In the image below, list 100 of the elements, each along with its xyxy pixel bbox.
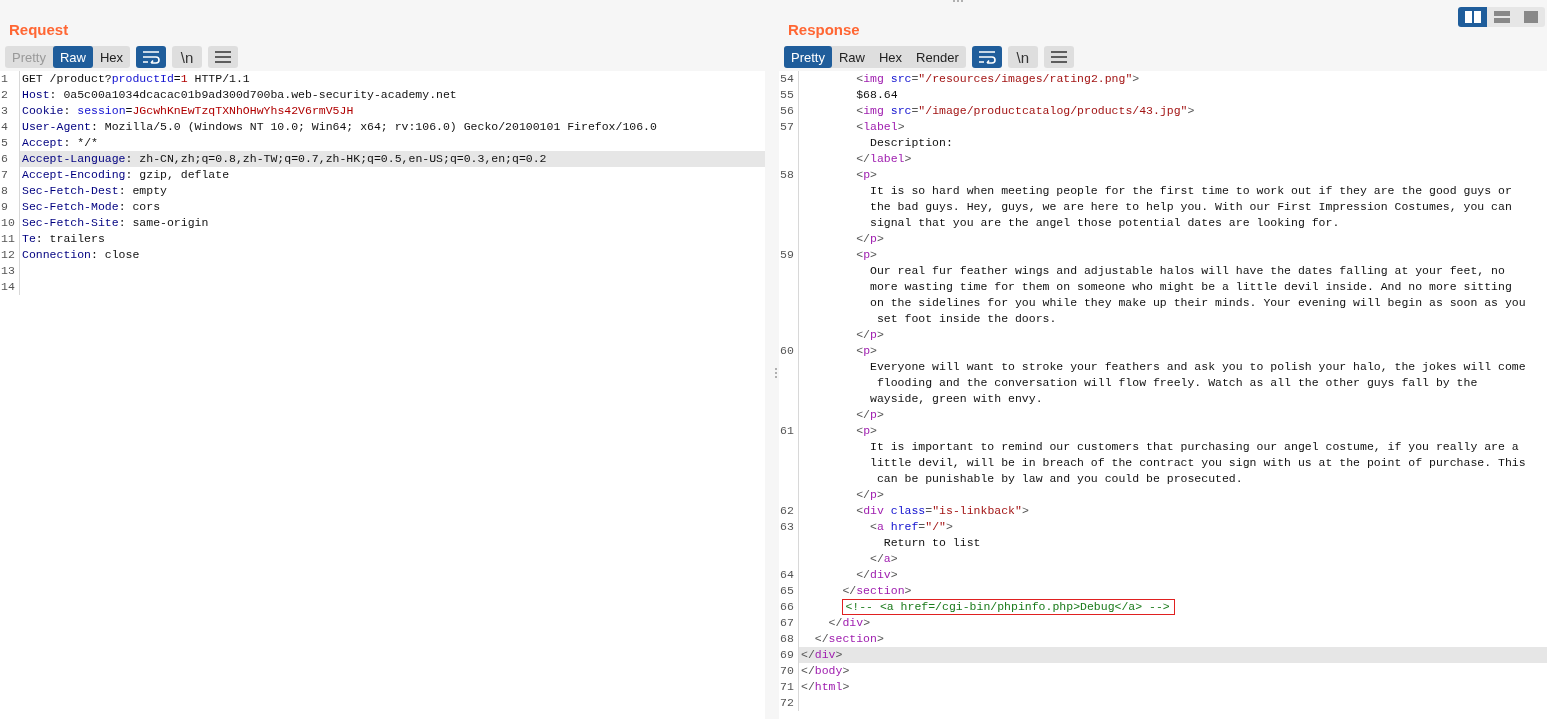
view-tab[interactable]: Raw [831,46,872,68]
code-line: <div class="is-linkback"> [855,503,1030,519]
line-number: 13 [0,263,20,279]
line-number: 4 [0,119,20,135]
wrap-lines-button[interactable] [971,46,1002,68]
line-number: 3 [0,103,20,119]
code-line: </label> [855,151,913,167]
line-number: 55 [779,87,799,103]
line-number: 11 [0,231,20,247]
code-line: Sec-Fetch-Dest: empty [21,183,168,199]
line-number: 59 [779,247,799,263]
code-line: can be punishable by law and you could be prosecuted. [875,471,1244,487]
code-line: Sec-Fetch-Site: same-origin [21,215,210,231]
view-tab[interactable]: Hex [872,46,910,68]
code-line: </body> [800,663,851,679]
line-number: 62 [779,503,799,519]
code-line: </a> [869,551,899,567]
code-line: User-Agent: Mozilla/5.0 (Windows NT 10.0; Win64; x64; rv:106.0) Gecko/20100101 Firefox/106.0 [21,119,658,135]
view-tab[interactable]: Pretty [784,46,832,68]
code-line: GET /product?productId=1 HTTP/1.1 [21,71,251,87]
code-line: </div> [827,615,872,631]
code-line: Everyone will want to stroke your feathers and ask you to polish your halo, the jokes will come [869,359,1527,375]
square-icon [1522,11,1539,23]
code-line: little devil, will be in breach of the contract you sign with us at the point of purchase. This [869,455,1527,471]
line-number: 56 [779,103,799,119]
line-number: 65 [779,583,799,599]
code-line: Sec-Fetch-Mode: cors [21,199,162,215]
line-number: 71 [779,679,799,695]
columns-icon [1464,11,1481,23]
code-line: Accept-Encoding: gzip, deflate [21,167,231,183]
code-line: <p> [855,247,878,263]
line-number: 72 [779,695,799,711]
code-line: </html> [800,679,851,695]
line-number: 67 [779,615,799,631]
code-line: It is so hard when meeting people for the first time to work out if they are the good guys or [869,183,1513,199]
code-line: </p> [855,487,885,503]
line-number: 7 [0,167,20,183]
code-line: Our real fur feather wings and adjustable halos will have the dates falling at your feet, no [869,263,1506,279]
wrap-icon [977,50,996,64]
code-line: <label> [855,119,906,135]
code-line: <img src="/resources/images/rating2.png"> [855,71,1141,87]
view-tab[interactable]: Raw [52,46,93,68]
code-line: Te: trailers [21,231,106,247]
code-line: Return to list [882,535,982,551]
wrap-icon [142,50,161,64]
line-number: 1 [0,71,20,87]
line-number: 64 [779,567,799,583]
view-tab[interactable]: Hex [93,46,131,68]
menu-button[interactable] [1043,46,1074,68]
newline-button[interactable]: \n [172,46,203,68]
code-line: </p> [855,327,885,343]
menu-icon [1050,51,1067,63]
line-number: 10 [0,215,20,231]
wrap-lines-button[interactable] [136,46,167,68]
code-line: </div> [855,567,899,583]
code-line: </p> [855,231,885,247]
newline-button[interactable]: \n [1007,46,1038,68]
code-line: <p> [855,423,878,439]
code-line: signal that you are the angel those potential dates are looking for. [869,215,1341,231]
code-line: Host: 0a5c00a1034dcacac01b9ad300d700ba.web-security-academy.net [21,87,458,103]
line-number: 68 [779,631,799,647]
code-line: wayside, green with envy. [869,391,1044,407]
menu-button[interactable] [208,46,239,68]
code-line: on the sidelines for you while they make up their minds. Your evening will begin as soon as you [869,295,1527,311]
layout-button[interactable] [1487,7,1516,27]
panel-title: Request [9,21,69,38]
menu-icon [215,51,232,63]
line-number: 57 [779,119,799,135]
line-number: 8 [0,183,20,199]
code-line: <p> [855,343,878,359]
line-number: 63 [779,519,799,535]
line-number: 60 [779,343,799,359]
code-line: Cookie: session=JGcwhKnEwTzqTXNhOHwYhs42V6rmV5JH [21,103,355,119]
code-line: <img src="/image/productcatalog/products/43.jpg"> [855,103,1196,119]
code-line: </section> [841,583,913,599]
code-line: <p> [855,167,878,183]
line-number: 54 [779,71,799,87]
line-number: 12 [0,247,20,263]
code-line: <a href="/"> [869,519,954,535]
line-number: 70 [779,663,799,679]
line-number: 66 [779,599,799,615]
code-line: flooding and the conversation will flow freely. Watch as all the other guys fall by the [875,375,1479,391]
code-line: Description: [869,135,954,151]
code-line: Connection: close [21,247,141,263]
rows-icon [1493,11,1510,23]
panel-title: Response [788,21,860,38]
layout-button[interactable] [1458,7,1487,27]
code-line: Accept: */* [21,135,99,151]
line-number: 2 [0,87,20,103]
line-number: 14 [0,279,20,295]
code-line: the bad guys. Hey, guys, we are here to help you. With our First Impression Costumes, you can [869,199,1513,215]
code-line: </section> [813,631,885,647]
line-number: 5 [0,135,20,151]
line-number: 9 [0,199,20,215]
code-line: </p> [855,407,885,423]
code-line: It is important to remind our customers that purchasing our angel costume, if you really are a [869,439,1520,455]
layout-button[interactable] [1516,7,1545,27]
code-line: more wasting time for them on someone who might be a little devil inside. And no more sitting [869,279,1513,295]
line-number: 61 [779,423,799,439]
view-tab[interactable]: Render [909,46,966,68]
